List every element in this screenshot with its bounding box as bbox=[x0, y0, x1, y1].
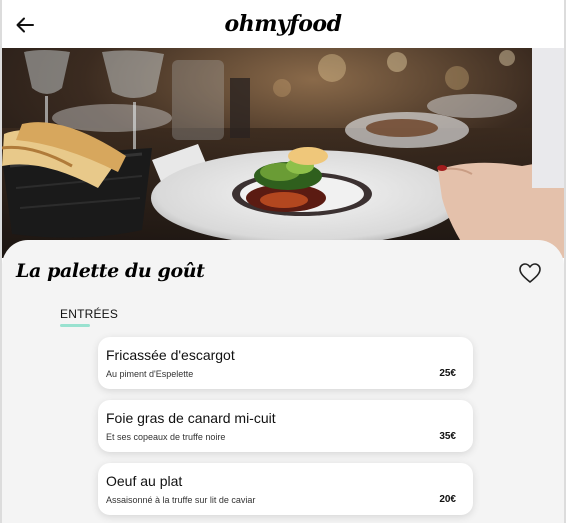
restaurant-hero-image bbox=[2, 48, 564, 258]
menu-sheet: La palette du goût ENTRÉES Fricassée d'e… bbox=[2, 240, 564, 523]
like-button[interactable] bbox=[518, 262, 542, 284]
dish-card-1[interactable]: Fricassée d'escargot Au piment d'Espelet… bbox=[98, 337, 473, 389]
dish-description: Assaisonné à la truffe sur lit de caviar bbox=[106, 495, 256, 505]
heart-outline-icon bbox=[519, 263, 541, 283]
section-underline bbox=[60, 324, 90, 327]
dish-card-3[interactable]: Oeuf au plat Assaisonné à la truffe sur … bbox=[98, 463, 473, 515]
restaurant-title: La palette du goût bbox=[16, 260, 205, 282]
app-logo[interactable]: ohmyfood bbox=[2, 11, 564, 37]
dish-price: 20€ bbox=[439, 494, 456, 505]
dish-name: Foie gras de canard mi-cuit bbox=[106, 410, 276, 426]
dish-name: Fricassée d'escargot bbox=[106, 347, 235, 363]
dish-description: Au piment d'Espelette bbox=[106, 369, 194, 379]
dish-description: Et ses copeaux de truffe noire bbox=[106, 432, 226, 442]
dish-name: Oeuf au plat bbox=[106, 473, 183, 489]
dish-price: 35€ bbox=[439, 431, 456, 442]
top-header: ohmyfood bbox=[2, 0, 564, 48]
dish-list: Fricassée d'escargot Au piment d'Espelet… bbox=[98, 337, 473, 523]
section-title-entrees: ENTRÉES bbox=[60, 307, 119, 321]
app-frame: ohmyfood La palette du goût ENTRÉES Fric… bbox=[0, 0, 566, 523]
dish-price: 25€ bbox=[439, 368, 456, 379]
dish-card-2[interactable]: Foie gras de canard mi-cuit Et ses copea… bbox=[98, 400, 473, 452]
